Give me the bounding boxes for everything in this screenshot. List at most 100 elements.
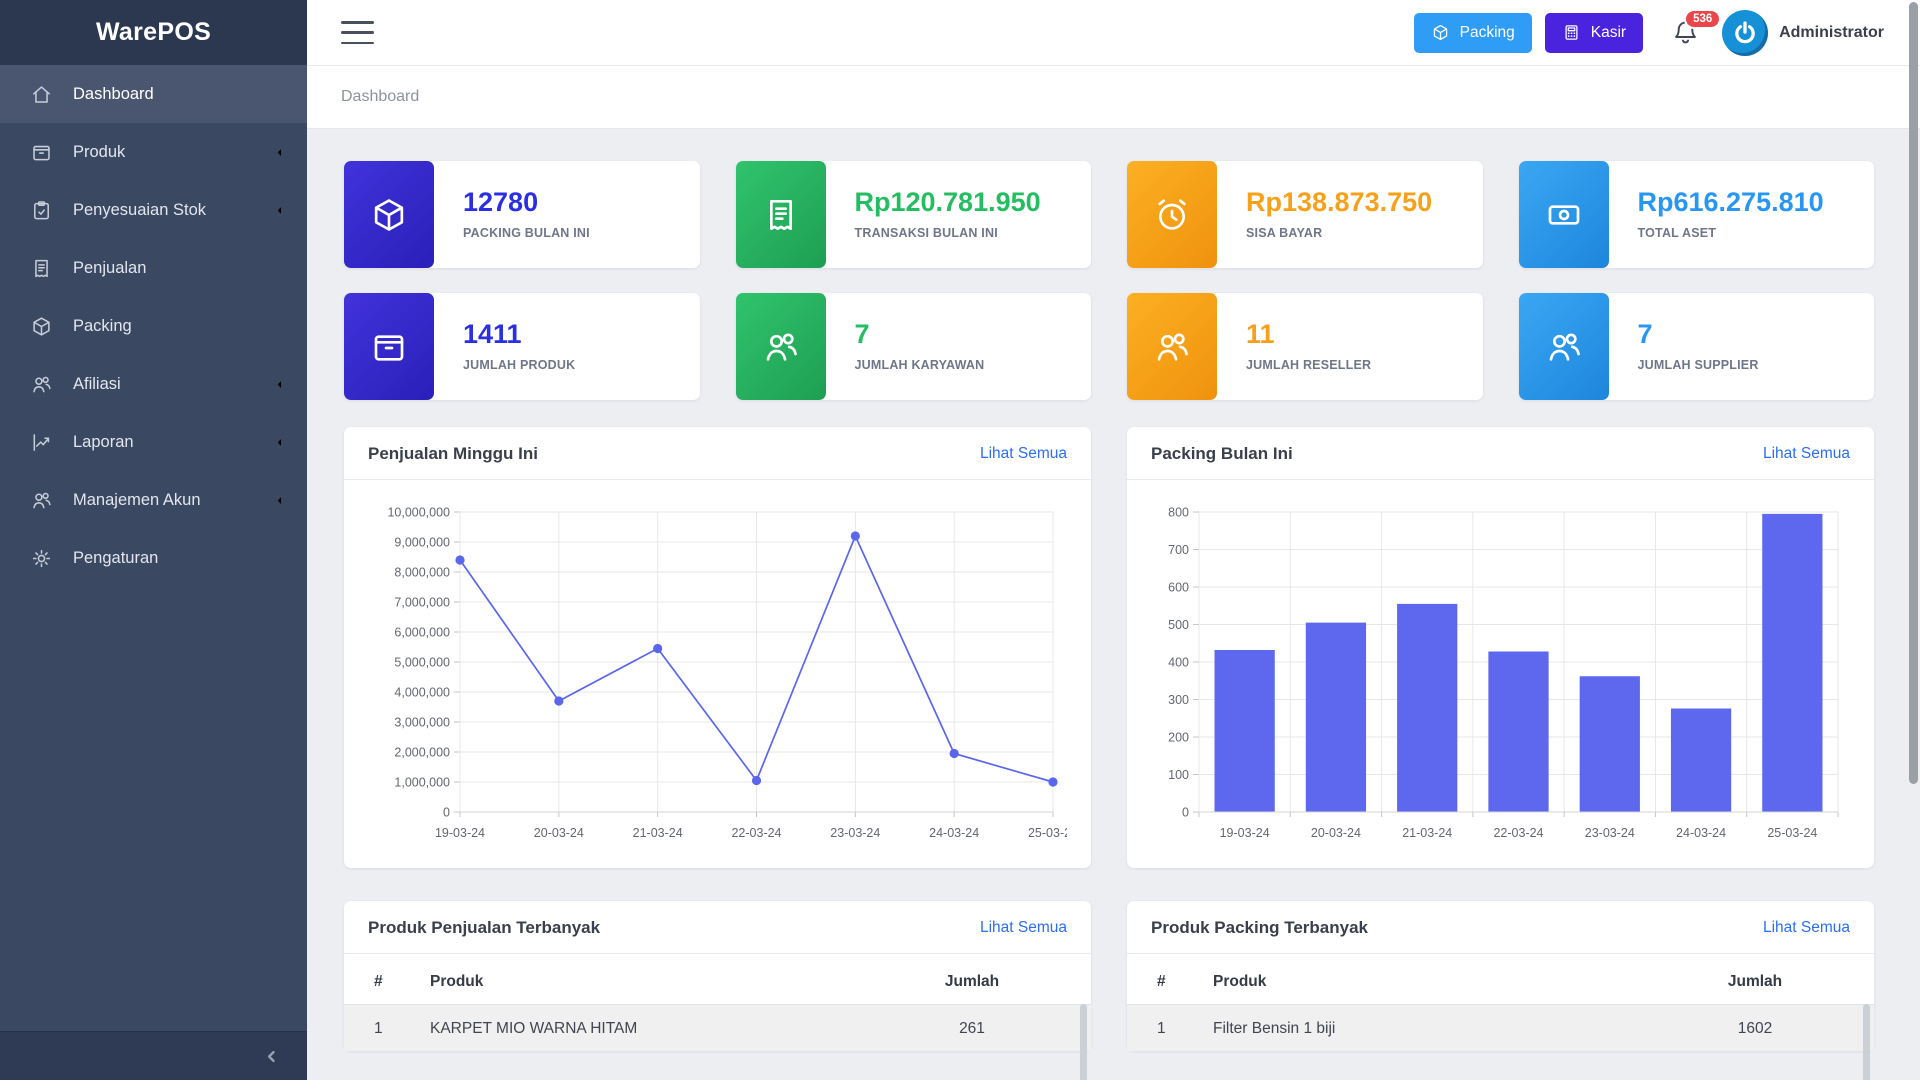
svg-text:2,000,000: 2,000,000	[394, 746, 450, 760]
svg-text:25-03-24: 25-03-24	[1767, 826, 1817, 840]
panel-title: Produk Penjualan Terbanyak	[368, 918, 600, 938]
table-wrap: # Produk Jumlah 1Filter Bensin 1 biji160…	[1127, 954, 1874, 1051]
page-scrollbar[interactable]	[1909, 2, 1918, 784]
dashboard-content: 12780 PACKING BULAN INI Rp120.781.950 TRANS…	[307, 129, 1920, 1080]
stat-card-jumlah-reseller: 11JUMLAH RESELLER	[1127, 293, 1483, 400]
top-packing-lihat-semua-link[interactable]: Lihat Semua	[1763, 919, 1850, 937]
sidebar-item-manajemen-akun[interactable]: Manajemen Akun	[0, 471, 307, 529]
sidebar-item-dashboard[interactable]: Dashboard	[0, 65, 307, 123]
chevron-left-icon	[272, 493, 287, 508]
box-icon	[369, 327, 409, 367]
users-icon	[1152, 327, 1192, 367]
chart-body: 010020030040050060070080019-03-2420-03-2…	[1127, 480, 1874, 868]
chevron-left-icon	[272, 435, 287, 450]
top-sales-tbody: 1KARPET MIO WARNA HITAM261	[344, 1005, 1091, 1052]
chevron-left-icon	[272, 203, 287, 218]
box-icon	[30, 141, 53, 164]
column-header: #	[344, 958, 430, 1005]
svg-text:600: 600	[1168, 581, 1189, 595]
power-icon	[1731, 19, 1759, 47]
table-cell: Filter Bensin 1 biji	[1213, 1005, 1660, 1052]
sidebar-item-produk[interactable]: Produk	[0, 123, 307, 181]
column-header: Produk	[430, 958, 877, 1005]
top-sales-products-table: # Produk Jumlah 1KARPET MIO WARNA HITAM2…	[344, 958, 1091, 1051]
sidebar-item-laporan[interactable]: Laporan	[0, 413, 307, 471]
cash-icon	[1544, 195, 1584, 235]
stat-icon-block	[736, 161, 826, 268]
panel-header: Penjualan Minggu Ini Lihat Semua	[344, 427, 1091, 480]
tables-row: Produk Penjualan Terbanyak Lihat Semua #…	[344, 901, 1874, 1051]
panel-header: Packing Bulan Ini Lihat Semua	[1127, 427, 1874, 480]
stat-label: SISA BAYAR	[1246, 226, 1432, 240]
stat-card-sisa-bayar: Rp138.873.750 SISA BAYAR	[1127, 161, 1483, 268]
table-row: 1Filter Bensin 1 biji1602	[1127, 1005, 1874, 1052]
sidebar-item-label: Afiliasi	[73, 375, 121, 394]
chart-line-icon	[30, 431, 53, 454]
packing-button-label: Packing	[1460, 24, 1515, 42]
table-cell: KARPET MIO WARNA HITAM	[430, 1005, 877, 1052]
stats-grid: 12780 PACKING BULAN INI Rp120.781.950 TRANS…	[344, 161, 1874, 400]
svg-text:200: 200	[1168, 731, 1189, 745]
packing-button[interactable]: Packing	[1414, 13, 1532, 53]
breadcrumb-current: Dashboard	[341, 88, 419, 106]
svg-text:0: 0	[443, 806, 450, 820]
stat-label: TRANSAKSI BULAN INI	[855, 226, 1041, 240]
topbar: Packing Kasir 536 Administrator	[307, 0, 1920, 66]
sales-week-line-chart: 01,000,0002,000,0003,000,0004,000,0005,0…	[368, 498, 1067, 854]
top-sales-products-panel: Produk Penjualan Terbanyak Lihat Semua #…	[344, 901, 1091, 1051]
chart-body: 01,000,0002,000,0003,000,0004,000,0005,0…	[344, 480, 1091, 868]
sidebar-item-label: Penjualan	[73, 259, 146, 278]
svg-text:22-03-24: 22-03-24	[1493, 826, 1543, 840]
stat-label: JUMLAH KARYAWAN	[855, 358, 985, 372]
menu-toggle-button[interactable]	[341, 21, 374, 44]
notifications-button[interactable]: 536	[1671, 18, 1700, 47]
svg-text:23-03-24: 23-03-24	[830, 826, 880, 840]
sidebar-item-label: Produk	[73, 143, 125, 162]
sales-week-lihat-semua-link[interactable]: Lihat Semua	[980, 445, 1067, 463]
stat-icon-block	[1127, 161, 1217, 268]
svg-text:500: 500	[1168, 618, 1189, 632]
table-cell: 1	[1127, 1005, 1213, 1052]
users-icon	[1544, 327, 1584, 367]
top-packing-products-panel: Produk Packing Terbanyak Lihat Semua # P…	[1127, 901, 1874, 1051]
stat-value: Rp120.781.950	[855, 189, 1041, 216]
sidebar-item-label: Dashboard	[73, 85, 154, 104]
stat-icon-block	[344, 161, 434, 268]
kasir-button[interactable]: Kasir	[1545, 13, 1643, 53]
sidebar-item-afiliasi[interactable]: Afiliasi	[0, 355, 307, 413]
top-sales-lihat-semua-link[interactable]: Lihat Semua	[980, 919, 1067, 937]
stat-value: 12780	[463, 189, 590, 216]
panel-title: Produk Packing Terbanyak	[1151, 918, 1368, 938]
svg-text:19-03-24: 19-03-24	[1220, 826, 1270, 840]
svg-text:400: 400	[1168, 656, 1189, 670]
topbar-actions: Packing Kasir 536 Administrator	[1414, 10, 1884, 56]
svg-text:300: 300	[1168, 693, 1189, 707]
sidebar-item-penyesuaian-stok[interactable]: Penyesuaian Stok	[0, 181, 307, 239]
stat-label: JUMLAH PRODUK	[463, 358, 575, 372]
sidebar-item-label: Packing	[73, 317, 132, 336]
table-cell: 1	[344, 1005, 430, 1052]
sidebar-collapse-button[interactable]	[0, 1031, 307, 1080]
table-scrollbar[interactable]	[1863, 1004, 1870, 1080]
app-title: WarePOS	[96, 18, 211, 47]
avatar[interactable]	[1722, 10, 1768, 56]
stat-label: PACKING BULAN INI	[463, 226, 590, 240]
column-header: #	[1127, 958, 1213, 1005]
stat-label: JUMLAH SUPPLIER	[1638, 358, 1759, 372]
table-scrollbar[interactable]	[1080, 1004, 1087, 1080]
table-cell: 261	[877, 1005, 1091, 1052]
sidebar-item-penjualan[interactable]: Penjualan	[0, 239, 307, 297]
chevron-left-icon	[272, 377, 287, 392]
column-header: Produk	[1213, 958, 1660, 1005]
svg-text:20-03-24: 20-03-24	[1311, 826, 1361, 840]
sidebar-item-pengaturan[interactable]: Pengaturan	[0, 529, 307, 587]
svg-text:9,000,000: 9,000,000	[394, 536, 450, 550]
sidebar-item-packing[interactable]: Packing	[0, 297, 307, 355]
stat-value: Rp138.873.750	[1246, 189, 1432, 216]
svg-text:1,000,000: 1,000,000	[394, 776, 450, 790]
stat-icon-block	[736, 293, 826, 400]
svg-text:7,000,000: 7,000,000	[394, 596, 450, 610]
cube-icon	[1431, 23, 1450, 42]
packing-month-lihat-semua-link[interactable]: Lihat Semua	[1763, 445, 1850, 463]
chevron-left-icon	[262, 1047, 281, 1066]
